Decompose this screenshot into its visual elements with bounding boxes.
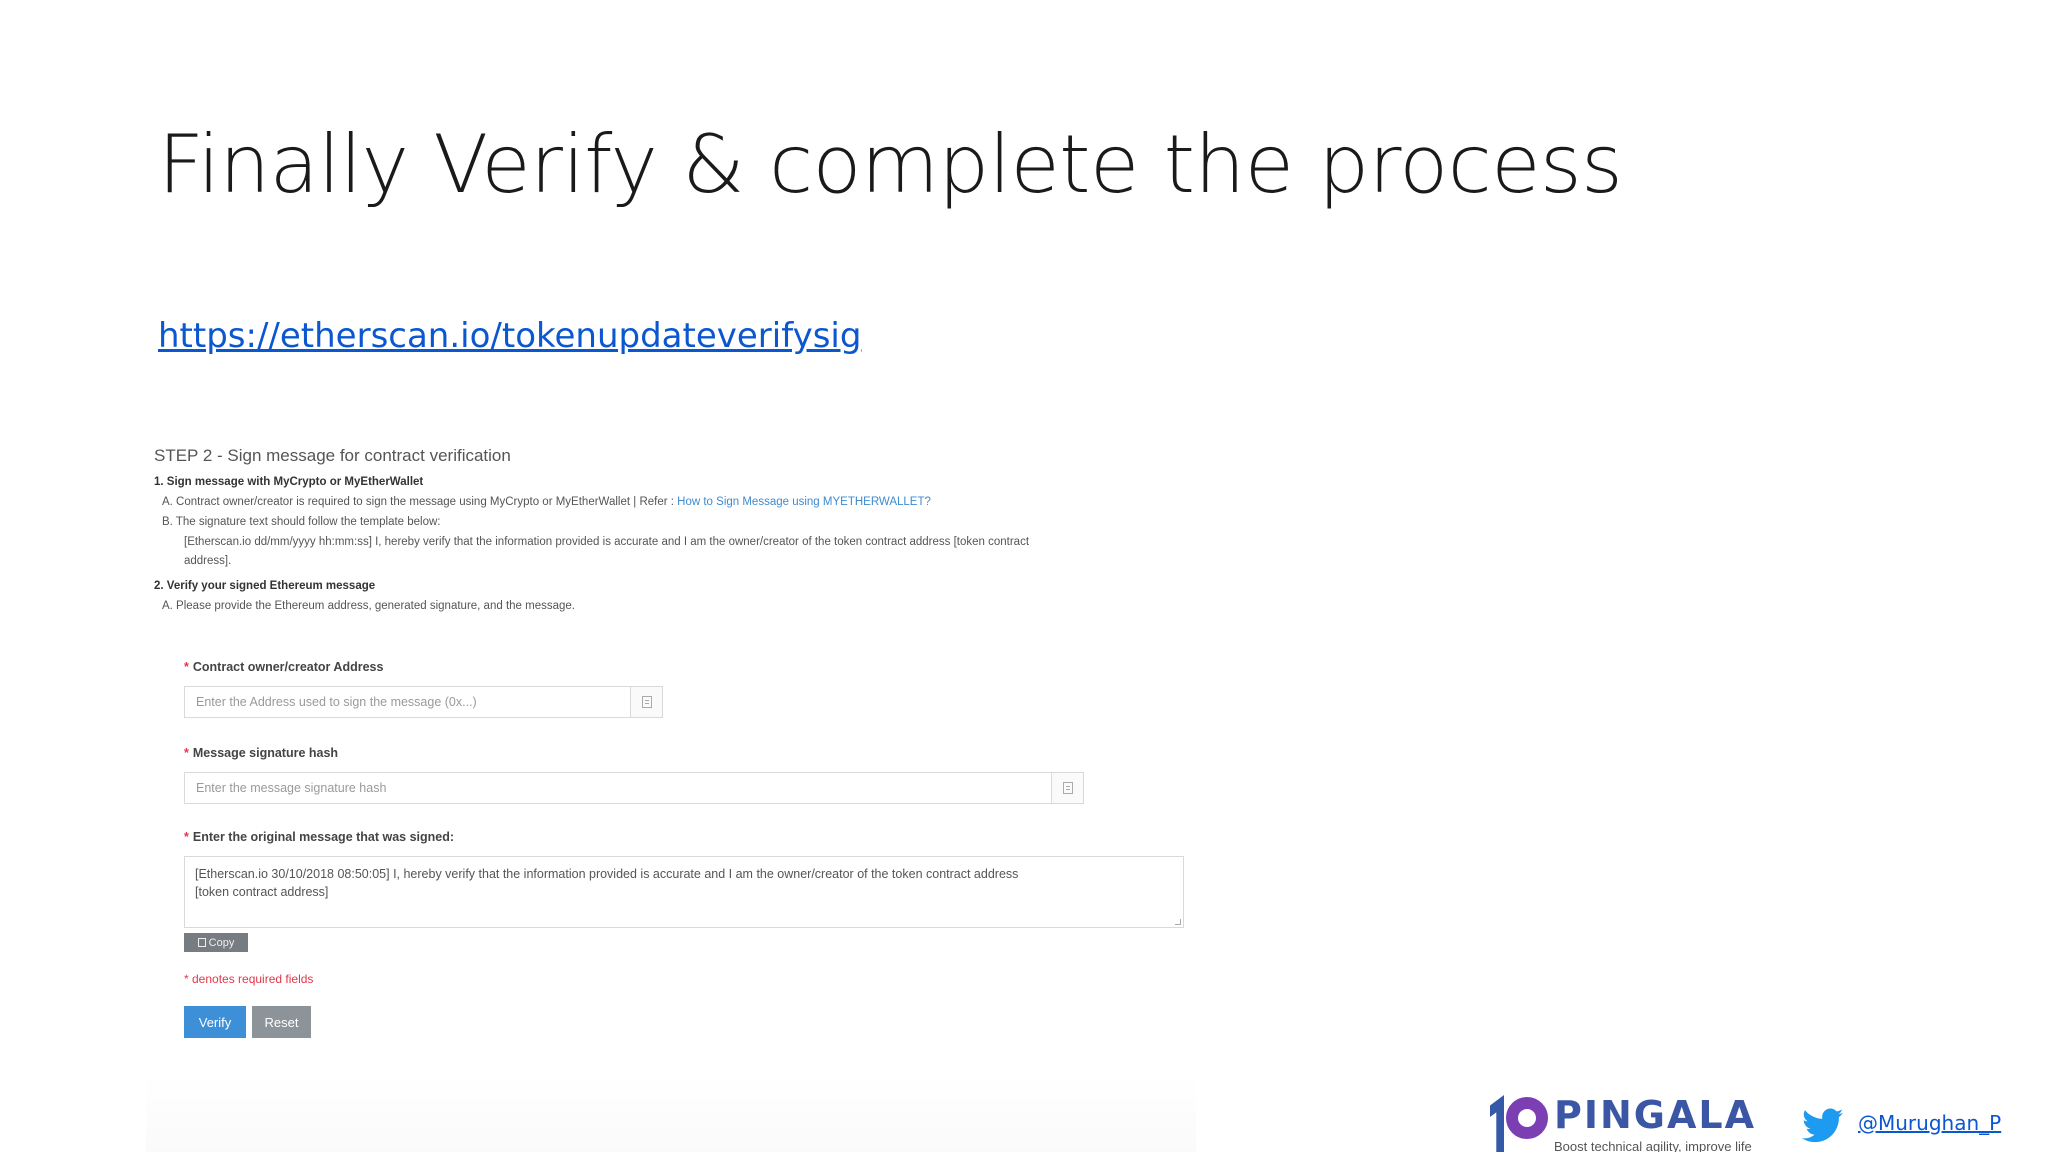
signature-template-line2: address]. bbox=[184, 555, 232, 567]
message-line-1: [Etherscan.io 30/10/2018 08:50:05] I, he… bbox=[195, 867, 1019, 881]
message-label: * Enter the original message that was sig… bbox=[184, 830, 455, 844]
instruction-2a: A. Please provide the Ethereum address, … bbox=[162, 600, 575, 612]
twitter-icon[interactable] bbox=[1802, 1108, 1844, 1144]
instruction-1-title: 1. Sign message with MyCrypto or MyEther… bbox=[154, 476, 424, 488]
logo-one-shape bbox=[1490, 1095, 1504, 1152]
step-heading: STEP 2 - Sign message for contract verif… bbox=[154, 446, 511, 465]
verify-button[interactable]: Verify bbox=[184, 1006, 246, 1038]
paste-icon bbox=[641, 696, 652, 708]
message-textarea[interactable]: [Etherscan.io 30/10/2018 08:50:05] I, he… bbox=[184, 856, 1184, 928]
resize-grip[interactable] bbox=[1175, 919, 1181, 925]
embedded-form-screenshot: STEP 2 - Sign message for contract verif… bbox=[146, 438, 1196, 1152]
how-to-sign-link[interactable]: How to Sign Message using MYETHERWALLET? bbox=[677, 496, 931, 508]
instruction-1a: A. Contract owner/creator is required to… bbox=[162, 496, 931, 508]
instruction-1b: B. The signature text should follow the … bbox=[162, 516, 441, 528]
address-label: * Contract owner/creator Address bbox=[184, 660, 384, 674]
logo-wordmark: PINGALA bbox=[1554, 1093, 1757, 1137]
etherscan-link[interactable]: https://etherscan.io/tokenupdateverifysi… bbox=[158, 316, 861, 356]
copy-label: Copy bbox=[208, 936, 235, 949]
slide-title: Finally Verify & complete the process bbox=[158, 118, 1623, 211]
copy-icon bbox=[197, 938, 206, 947]
signature-input[interactable]: Enter the message signature hash bbox=[184, 772, 1084, 804]
copy-button[interactable]: Copy bbox=[184, 933, 248, 952]
signature-template-line1: [Etherscan.io dd/mm/yyyy hh:mm:ss] I, he… bbox=[184, 536, 1030, 548]
pingala-logo-mark bbox=[1490, 1093, 1550, 1152]
twitter-handle-link[interactable]: @Murughan_P bbox=[1858, 1111, 2001, 1135]
logo-tagline: Boost technical agility, improve life bbox=[1554, 1139, 1752, 1152]
pingala-logo: PINGALA Boost technical agility, improve… bbox=[1490, 1093, 1756, 1152]
signature-placeholder: Enter the message signature hash bbox=[196, 781, 387, 795]
instruction-2-title: 2. Verify your signed Ethereum message bbox=[154, 580, 376, 592]
reset-button[interactable]: Reset bbox=[252, 1006, 311, 1038]
required-fields-note: * denotes required fields bbox=[184, 972, 314, 986]
signature-paste-button[interactable] bbox=[1051, 773, 1083, 803]
address-input[interactable]: Enter the Address used to sign the messa… bbox=[184, 686, 663, 718]
logo-zero-shape bbox=[1506, 1097, 1548, 1139]
message-line-2: [token contract address] bbox=[195, 885, 329, 899]
address-placeholder: Enter the Address used to sign the messa… bbox=[196, 695, 477, 709]
address-paste-button[interactable] bbox=[630, 687, 662, 717]
signature-label: * Message signature hash bbox=[184, 746, 339, 760]
paste-icon bbox=[1062, 782, 1073, 794]
